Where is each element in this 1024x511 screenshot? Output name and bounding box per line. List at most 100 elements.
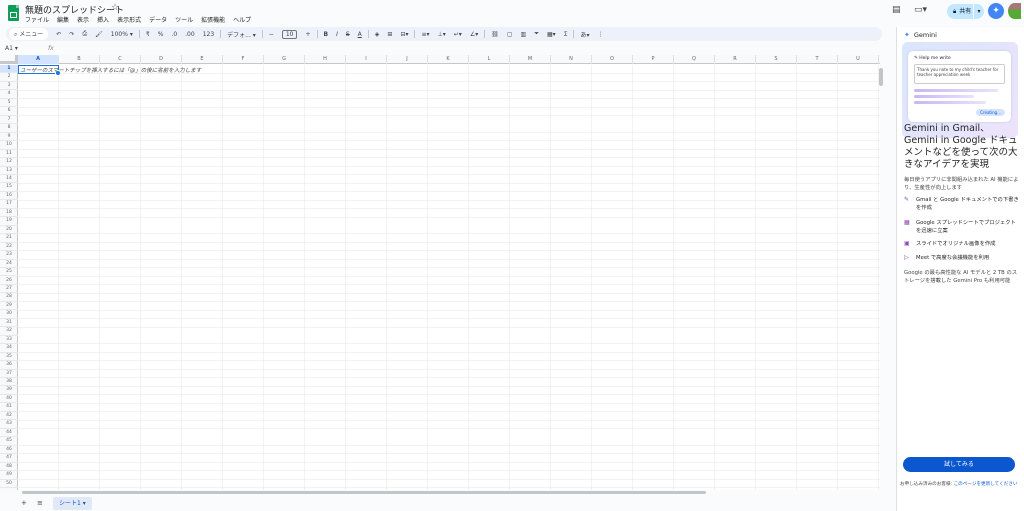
row-header[interactable]: 45 bbox=[0, 437, 18, 446]
row-header[interactable]: 2 bbox=[0, 73, 18, 82]
vertical-align-icon[interactable]: ⊥▾ bbox=[438, 31, 446, 38]
italic-button[interactable]: I bbox=[336, 31, 338, 38]
column-header[interactable]: Q bbox=[674, 55, 715, 64]
column-header[interactable]: B bbox=[59, 55, 100, 64]
filter-views-icon[interactable]: ▦▾ bbox=[547, 31, 556, 38]
cell-area[interactable] bbox=[18, 65, 880, 490]
row-header[interactable]: 4 bbox=[0, 90, 18, 99]
star-icon[interactable]: ☆ bbox=[111, 3, 119, 13]
menu-format[interactable]: 表示形式 bbox=[117, 15, 141, 24]
paint-format-icon[interactable]: 🖌︎ bbox=[95, 31, 103, 38]
sheet-tab[interactable]: シート1 ▾ bbox=[53, 497, 92, 510]
row-header[interactable]: 39 bbox=[0, 386, 18, 395]
comment-icon[interactable]: ▤ bbox=[892, 5, 901, 15]
column-header[interactable]: E bbox=[182, 55, 223, 64]
horizontal-scrollbar[interactable] bbox=[22, 491, 706, 494]
menu-search-button[interactable]: ⌕ メニュー bbox=[9, 28, 49, 40]
share-dropdown-icon[interactable]: ▾ bbox=[973, 4, 984, 19]
gemini-icon[interactable]: ✦ bbox=[988, 3, 1004, 19]
add-sheet-icon[interactable]: + bbox=[21, 499, 27, 507]
row-header[interactable]: 25 bbox=[0, 268, 18, 277]
row-header[interactable]: 23 bbox=[0, 251, 18, 260]
row-header[interactable]: 33 bbox=[0, 336, 18, 345]
row-header[interactable]: 13 bbox=[0, 167, 18, 175]
row-header[interactable]: 31 bbox=[0, 319, 18, 328]
all-sheets-icon[interactable]: ≡ bbox=[37, 499, 43, 507]
column-header[interactable]: M bbox=[510, 55, 551, 64]
font-size-increase-button[interactable]: + bbox=[305, 31, 310, 38]
font-select[interactable]: デフォ... ▾ bbox=[227, 30, 256, 39]
column-header[interactable]: C bbox=[100, 55, 141, 64]
row-header[interactable]: 37 bbox=[0, 370, 18, 378]
menu-file[interactable]: ファイル bbox=[25, 15, 49, 24]
row-header[interactable]: 36 bbox=[0, 361, 18, 370]
functions-icon[interactable]: Σ bbox=[564, 31, 568, 38]
text-wrap-icon[interactable]: ↵▾ bbox=[454, 31, 462, 38]
row-header[interactable]: 18 bbox=[0, 209, 18, 218]
column-header[interactable]: H bbox=[305, 55, 346, 64]
row-header[interactable]: 12 bbox=[0, 158, 18, 167]
row-header[interactable]: 27 bbox=[0, 285, 18, 294]
column-header[interactable]: I bbox=[346, 55, 387, 64]
sheets-logo-icon[interactable] bbox=[8, 5, 19, 21]
row-header[interactable]: 10 bbox=[0, 141, 18, 150]
menu-extensions[interactable]: 拡張機能 bbox=[201, 15, 225, 24]
insert-link-icon[interactable]: ⛓︎ bbox=[491, 31, 499, 38]
column-header[interactable]: G bbox=[264, 55, 305, 64]
row-header[interactable]: 49 bbox=[0, 471, 18, 480]
redo-icon[interactable]: ↷ bbox=[69, 31, 74, 38]
column-header[interactable]: U bbox=[838, 55, 879, 64]
column-header[interactable]: T bbox=[797, 55, 838, 64]
text-color-button[interactable]: A bbox=[358, 31, 362, 38]
row-header[interactable]: 7 bbox=[0, 116, 18, 125]
menu-insert[interactable]: 挿入 bbox=[97, 15, 109, 24]
menu-view[interactable]: 表示 bbox=[77, 15, 89, 24]
row-header[interactable]: 43 bbox=[0, 420, 18, 429]
row-header[interactable]: 17 bbox=[0, 200, 18, 209]
row-header[interactable]: 26 bbox=[0, 277, 18, 285]
font-size-input[interactable]: 10 bbox=[281, 29, 298, 39]
font-size-decrease-button[interactable]: − bbox=[269, 31, 274, 38]
row-header[interactable]: 20 bbox=[0, 226, 18, 235]
insert-chart-icon[interactable]: ▥ bbox=[521, 31, 527, 38]
row-header[interactable]: 46 bbox=[0, 446, 18, 455]
menu-help[interactable]: ヘルプ bbox=[233, 15, 251, 24]
row-header[interactable]: 6 bbox=[0, 107, 18, 116]
fill-color-icon[interactable]: ◈ bbox=[375, 31, 380, 38]
row-header[interactable]: 22 bbox=[0, 243, 18, 252]
try-it-button[interactable]: 試してみる bbox=[903, 457, 1015, 472]
column-header[interactable]: P bbox=[633, 55, 674, 64]
column-header[interactable]: F bbox=[223, 55, 264, 64]
strikethrough-button[interactable]: S bbox=[346, 31, 350, 38]
filter-icon[interactable]: ⏷ bbox=[534, 30, 539, 38]
row-header[interactable]: 19 bbox=[0, 217, 18, 226]
row-header[interactable]: 50 bbox=[0, 480, 18, 488]
menu-data[interactable]: データ bbox=[149, 15, 167, 24]
column-header[interactable]: O bbox=[592, 55, 633, 64]
row-header[interactable]: 15 bbox=[0, 183, 18, 192]
vertical-scrollbar[interactable] bbox=[879, 68, 883, 86]
row-header[interactable]: 35 bbox=[0, 353, 18, 362]
bold-button[interactable]: B bbox=[324, 31, 329, 38]
row-header[interactable]: 28 bbox=[0, 293, 18, 302]
percent-button[interactable]: % bbox=[158, 31, 164, 38]
column-header[interactable]: S bbox=[756, 55, 797, 64]
column-header[interactable]: K bbox=[428, 55, 469, 64]
row-header[interactable]: 40 bbox=[0, 395, 18, 404]
text-rotation-icon[interactable]: ∠▾ bbox=[470, 31, 478, 38]
column-header[interactable]: J bbox=[387, 55, 428, 64]
column-header[interactable]: A bbox=[18, 55, 59, 64]
row-header[interactable]: 42 bbox=[0, 412, 18, 421]
row-header[interactable]: 9 bbox=[0, 133, 18, 142]
row-header[interactable]: 30 bbox=[0, 310, 18, 319]
merge-cells-icon[interactable]: ⊟▾ bbox=[400, 31, 408, 38]
row-header[interactable]: 11 bbox=[0, 150, 18, 159]
borders-icon[interactable]: ⊞ bbox=[387, 31, 392, 38]
row-header[interactable]: 44 bbox=[0, 429, 18, 438]
print-icon[interactable]: ⎙ bbox=[82, 30, 87, 38]
undo-icon[interactable]: ↶ bbox=[56, 31, 61, 38]
row-header[interactable]: 1 bbox=[0, 65, 18, 74]
column-header[interactable]: N bbox=[551, 55, 592, 64]
avatar[interactable] bbox=[1008, 3, 1021, 19]
menu-tools[interactable]: ツール bbox=[175, 15, 193, 24]
